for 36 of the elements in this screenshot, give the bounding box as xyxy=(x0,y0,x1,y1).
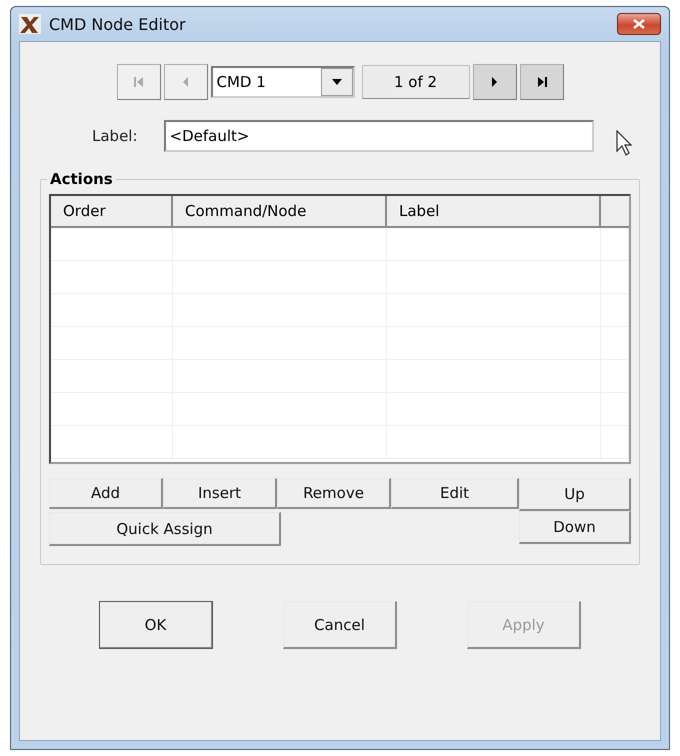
window-title: CMD Node Editor xyxy=(49,14,187,34)
actions-title: Actions xyxy=(49,170,114,188)
dropdown-caret-icon xyxy=(332,79,342,85)
table-cell xyxy=(601,426,629,459)
quick-assign-button[interactable]: Quick Assign xyxy=(49,512,281,546)
dialog-button[interactable]: Cancel xyxy=(283,601,397,649)
action-button[interactable]: Remove xyxy=(277,478,391,509)
close-icon xyxy=(633,19,645,29)
down-button[interactable]: Down xyxy=(519,511,631,544)
table-cell xyxy=(601,393,629,426)
column-header[interactable]: Order xyxy=(51,196,173,228)
table-cell xyxy=(601,228,629,261)
header-filler xyxy=(601,196,629,228)
table-cell xyxy=(601,327,629,360)
column-header[interactable]: Command/Node xyxy=(173,196,387,228)
column-header[interactable]: Label xyxy=(387,196,601,228)
label-caption: Label: xyxy=(92,127,138,145)
record-position: 1 of 2 xyxy=(362,65,470,99)
next-icon xyxy=(491,76,498,88)
dialog-button[interactable]: OK xyxy=(99,601,213,649)
table-cell xyxy=(601,360,629,393)
first-icon xyxy=(134,76,144,88)
table-cell xyxy=(601,261,629,294)
last-button[interactable] xyxy=(520,64,564,100)
table-cell xyxy=(601,294,629,327)
action-button[interactable]: Insert xyxy=(163,478,277,509)
up-button[interactable]: Up xyxy=(519,478,631,511)
mouse-pointer-icon xyxy=(616,130,632,156)
action-button[interactable]: Edit xyxy=(391,478,519,509)
label-input[interactable]: <Default> xyxy=(164,120,594,152)
app-logo-icon xyxy=(19,14,41,34)
command-dropdown[interactable]: CMD 1 xyxy=(210,66,354,98)
close-button[interactable] xyxy=(617,13,661,35)
previous-icon xyxy=(182,76,189,88)
action-button[interactable]: Add xyxy=(49,478,163,509)
last-icon xyxy=(536,76,546,88)
